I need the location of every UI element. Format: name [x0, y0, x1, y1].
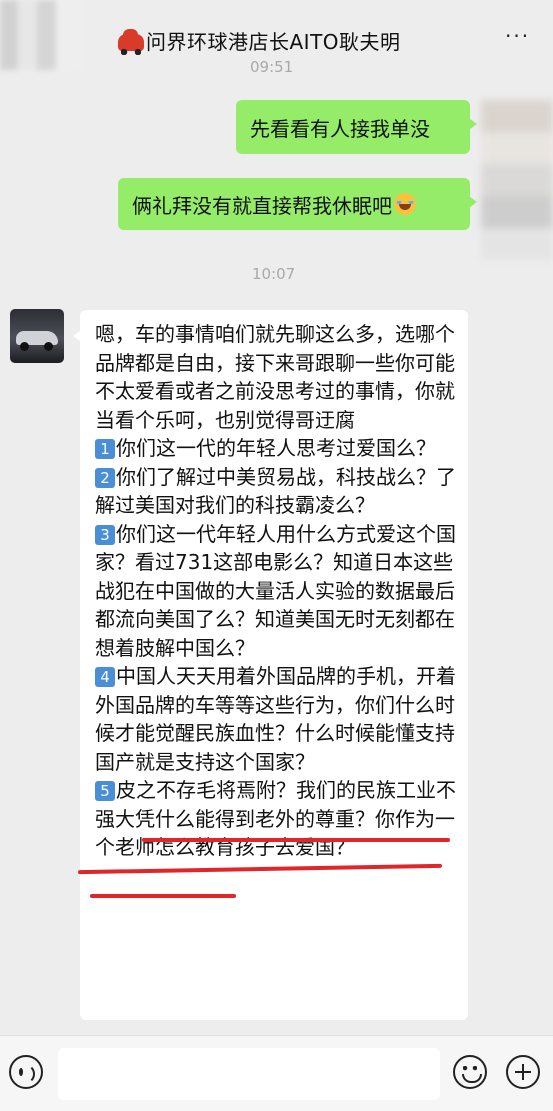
point-text: 你们这一代的年轻人思考过爱国么？ — [116, 436, 436, 460]
contact-avatar[interactable] — [10, 309, 64, 363]
blurred-back-area[interactable] — [0, 0, 80, 70]
timestamp: 10:07 — [252, 265, 296, 283]
car-emoji-icon — [118, 29, 144, 55]
self-avatar[interactable] — [481, 100, 553, 260]
number-badge-icon: 1 — [95, 439, 115, 459]
laughing-tears-emoji-icon — [394, 193, 416, 215]
message-text: 先看看有人接我单没 — [250, 116, 430, 141]
numbered-point: 2 你们了解过中美贸易战，科技战么？了解过美国对我们的科技霸凌么？ — [95, 463, 457, 520]
numbered-point: 1 你们这一代的年轻人思考过爱国么？ — [95, 434, 457, 463]
message-input[interactable] — [58, 1048, 440, 1100]
point-text: 你们了解过中美贸易战，科技战么？了解过美国对我们的科技霸凌么？ — [95, 464, 456, 518]
point-text: 中国人天天用着外国品牌的手机，开着外国品牌的车等等这些行为，你们什么时候才能觉醒… — [95, 664, 456, 774]
message-text: 俩礼拜没有就直接帮我休眠吧 — [132, 193, 392, 218]
number-badge-icon: 3 — [95, 524, 115, 545]
wheel-icon — [20, 342, 29, 351]
more-options-icon[interactable]: ··· — [505, 24, 530, 48]
outgoing-message-bubble[interactable]: 俩礼拜没有就直接帮我休眠吧 — [118, 178, 477, 230]
timestamp: 09:51 — [250, 58, 294, 76]
wheel-icon — [44, 342, 53, 351]
numbered-point: 4 中国人天天用着外国品牌的手机，开着外国品牌的车等等这些行为，你们什么时候才能觉… — [95, 662, 457, 776]
point-text: 你们这一代年轻人用什么方式爱这个国家？看过731这部电影么？知道日本这些战犯在中… — [95, 521, 456, 660]
message-body: 嗯，车的事情咱们就先聊这么多，选哪个品牌都是自由，接下来哥跟聊一些你可能不太爱看… — [95, 320, 457, 862]
chat-title: 问界环球港店长AITO耿夫明 — [118, 26, 401, 55]
chat-input-bar — [0, 1035, 553, 1111]
outgoing-message-bubble[interactable]: 先看看有人接我单没 — [236, 100, 477, 154]
point-text: 皮之不存毛将焉附？我们的民族工业不强大凭什么能得到老外的尊重？你作为一个老师怎么… — [95, 778, 456, 859]
red-underline-annotation — [90, 894, 236, 898]
number-badge-icon: 2 — [95, 467, 115, 488]
number-badge-icon: 5 — [95, 781, 115, 801]
numbered-point: 5 皮之不存毛将焉附？我们的民族工业不强大凭什么能得到老外的尊重？你作为一个老师怎… — [95, 776, 457, 862]
red-underline-annotation — [142, 838, 450, 842]
message-intro: 嗯，车的事情咱们就先聊这么多，选哪个品牌都是自由，接下来哥跟聊一些你可能不太爱看… — [95, 322, 455, 432]
voice-icon[interactable] — [9, 1055, 43, 1089]
emoji-icon[interactable] — [453, 1055, 487, 1089]
numbered-point: 3 你们这一代年轻人用什么方式爱这个国家？看过731这部电影么？知道日本这些战犯在… — [95, 520, 457, 663]
incoming-message-bubble[interactable]: 嗯，车的事情咱们就先聊这么多，选哪个品牌都是自由，接下来哥跟聊一些你可能不太爱看… — [73, 310, 468, 1020]
number-badge-icon: 4 — [95, 667, 115, 687]
plus-icon[interactable] — [506, 1055, 540, 1089]
chat-title-text: 问界环球港店长AITO耿夫明 — [146, 30, 401, 54]
